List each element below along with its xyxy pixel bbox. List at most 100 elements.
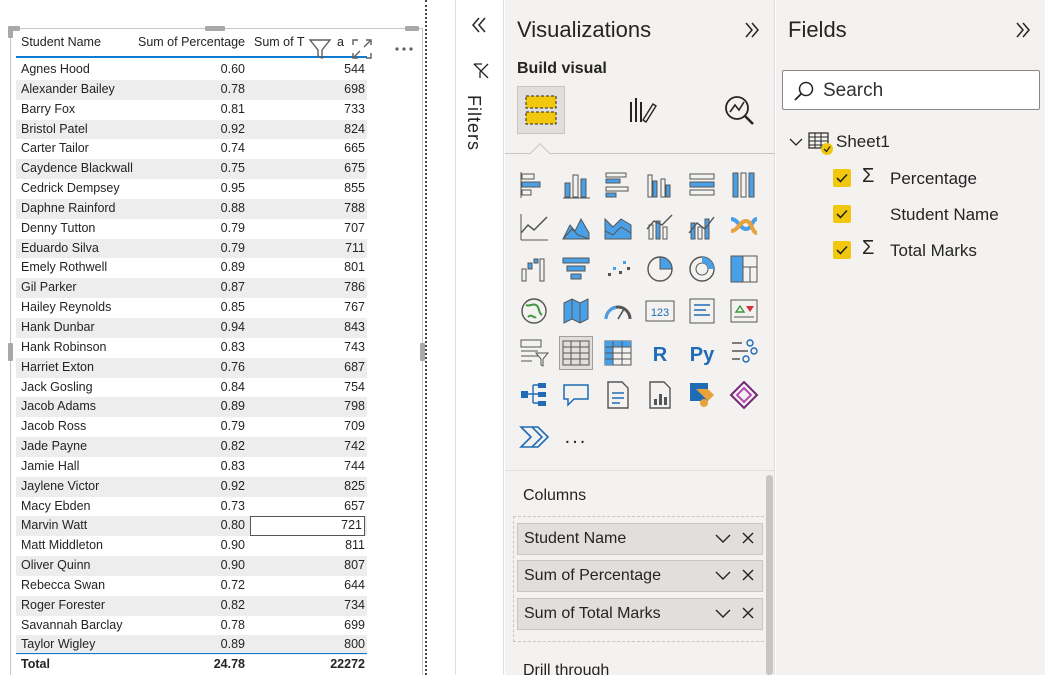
cell-total-marks[interactable]: 721 — [250, 516, 365, 537]
cell-percentage[interactable]: 0.82 — [221, 437, 245, 457]
filters-label[interactable]: Filters — [463, 95, 484, 151]
cell-student-name[interactable]: Oliver Quinn — [21, 556, 90, 576]
table-row[interactable]: Jacob Adams 0.89 798 — [16, 397, 367, 418]
cell-percentage[interactable]: 0.79 — [221, 239, 245, 259]
remove-field-icon[interactable] — [740, 524, 756, 565]
cell-percentage[interactable]: 0.81 — [221, 100, 245, 120]
cell-student-name[interactable]: Jaylene Victor — [21, 477, 99, 497]
stacked-bar-chart-icon[interactable] — [517, 168, 551, 202]
cell-percentage[interactable]: 0.94 — [221, 318, 245, 338]
kpi-icon[interactable] — [727, 294, 761, 328]
cell-total-marks[interactable]: 733 — [250, 100, 365, 120]
cell-percentage[interactable]: 0.92 — [221, 120, 245, 140]
table-row[interactable]: Macy Ebden 0.73 657 — [16, 497, 367, 517]
cell-total-marks[interactable]: 767 — [250, 298, 365, 318]
cell-student-name[interactable]: Daphne Rainford — [21, 199, 116, 219]
cell-percentage[interactable]: 0.90 — [221, 556, 245, 576]
table-row[interactable]: Hank Robinson 0.83 743 — [16, 338, 367, 358]
table-row[interactable]: Oliver Quinn 0.90 807 — [16, 556, 367, 576]
analytics-tab[interactable] — [715, 86, 763, 134]
collapse-visualizations-icon[interactable] — [741, 19, 763, 46]
get-more-visuals-button[interactable]: ... — [559, 420, 593, 454]
cell-percentage[interactable]: 0.83 — [221, 457, 245, 477]
remove-field-icon[interactable] — [740, 599, 756, 640]
cell-student-name[interactable]: Jacob Ross — [21, 417, 86, 437]
cell-percentage[interactable]: 0.84 — [221, 378, 245, 398]
multi-row-card-icon[interactable] — [685, 294, 719, 328]
clustered-column-chart-icon[interactable] — [643, 168, 677, 202]
line-and-clustered-column-chart-icon[interactable] — [685, 210, 719, 244]
fields-search-box[interactable] — [782, 70, 1040, 110]
cell-percentage[interactable]: 0.74 — [221, 139, 245, 159]
chevron-down-icon[interactable] — [714, 524, 732, 565]
resize-handle-corner[interactable] — [8, 26, 13, 38]
cell-total-marks[interactable]: 711 — [250, 239, 365, 259]
map-icon[interactable] — [517, 294, 551, 328]
cell-student-name[interactable]: Jade Payne — [21, 437, 87, 457]
power-apps-icon[interactable] — [727, 378, 761, 412]
cell-student-name[interactable]: Agnes Hood — [21, 60, 90, 80]
cell-total-marks[interactable]: 707 — [250, 219, 365, 239]
filter-icon[interactable] — [307, 36, 333, 62]
qna-icon[interactable] — [559, 378, 593, 412]
cell-percentage[interactable]: 0.88 — [221, 199, 245, 219]
smart-narrative-icon[interactable] — [601, 378, 635, 412]
cell-student-name[interactable]: Jamie Hall — [21, 457, 79, 477]
cell-total-marks[interactable]: 743 — [250, 338, 365, 358]
card-icon[interactable]: 123 — [643, 294, 677, 328]
cell-total-marks[interactable]: 786 — [250, 278, 365, 298]
field-checkbox[interactable] — [833, 169, 851, 187]
table-row[interactable]: Hank Dunbar 0.94 843 — [16, 317, 367, 338]
cell-total-marks[interactable]: 709 — [250, 417, 365, 437]
cell-student-name[interactable]: Macy Ebden — [21, 497, 90, 517]
table-row[interactable]: Jaylene Victor 0.92 825 — [16, 476, 367, 497]
line-and-stacked-column-chart-icon[interactable] — [643, 210, 677, 244]
table-row[interactable]: Gil Parker 0.87 786 — [16, 278, 367, 299]
gauge-icon[interactable] — [601, 294, 635, 328]
column-header-sum-of-total-marks[interactable]: Sum of T — [254, 35, 304, 49]
cell-percentage[interactable]: 0.78 — [221, 616, 245, 636]
cell-student-name[interactable]: Marvin Watt — [21, 516, 87, 536]
cell-student-name[interactable]: Denny Tutton — [21, 219, 95, 239]
funnel-chart-icon[interactable] — [559, 252, 593, 286]
table-row[interactable]: Eduardo Silva 0.79 711 — [16, 238, 367, 259]
pie-chart-icon[interactable] — [643, 252, 677, 286]
table-row[interactable]: Roger Forester 0.82 734 — [16, 595, 367, 616]
cell-percentage[interactable]: 0.85 — [221, 298, 245, 318]
cell-percentage[interactable]: 0.89 — [221, 397, 245, 417]
cell-percentage[interactable]: 0.75 — [221, 159, 245, 179]
table-icon[interactable] — [559, 336, 593, 370]
100-stacked-column-chart-icon[interactable] — [727, 168, 761, 202]
cell-total-marks[interactable]: 811 — [250, 536, 365, 556]
cell-total-marks[interactable]: 698 — [250, 80, 365, 100]
cell-percentage[interactable]: 0.80 — [221, 516, 245, 536]
well-field-student-name[interactable]: Student Name — [517, 523, 763, 555]
table-row[interactable]: Savannah Barclay 0.78 699 — [16, 616, 367, 636]
table-row[interactable]: Hailey Reynolds 0.85 767 — [16, 298, 367, 318]
cell-student-name[interactable]: Hailey Reynolds — [21, 298, 111, 318]
column-header-sum-of-percentage[interactable]: Sum of Percentage — [138, 35, 245, 49]
table-row[interactable]: Jamie Hall 0.83 744 — [16, 457, 367, 477]
format-visual-tab[interactable] — [617, 86, 665, 134]
r-script-visual-icon[interactable]: R — [643, 336, 677, 370]
matrix-icon[interactable] — [601, 336, 635, 370]
table-row[interactable]: Marvin Watt 0.80 721 — [16, 516, 367, 537]
cell-total-marks[interactable]: 734 — [250, 596, 365, 616]
line-chart-icon[interactable] — [517, 210, 551, 244]
cell-total-marks[interactable]: 675 — [250, 159, 365, 179]
table-row[interactable]: Jack Gosling 0.84 754 — [16, 378, 367, 398]
scatter-chart-icon[interactable] — [601, 252, 635, 286]
cell-percentage[interactable]: 0.82 — [221, 596, 245, 616]
cell-total-marks[interactable]: 754 — [250, 378, 365, 398]
donut-chart-icon[interactable] — [685, 252, 719, 286]
slicer-icon[interactable] — [517, 336, 551, 370]
cell-student-name[interactable]: Roger Forester — [21, 596, 105, 616]
cell-student-name[interactable]: Jack Gosling — [21, 378, 93, 398]
100-stacked-bar-chart-icon[interactable] — [685, 168, 719, 202]
table-row[interactable]: Harriet Exton 0.76 687 — [16, 357, 367, 378]
treemap-icon[interactable] — [727, 252, 761, 286]
table-row[interactable]: Agnes Hood 0.60 544 — [16, 60, 367, 80]
cell-percentage[interactable]: 0.90 — [221, 536, 245, 556]
cell-total-marks[interactable]: 665 — [250, 139, 365, 159]
cell-total-marks[interactable]: 798 — [250, 397, 365, 417]
